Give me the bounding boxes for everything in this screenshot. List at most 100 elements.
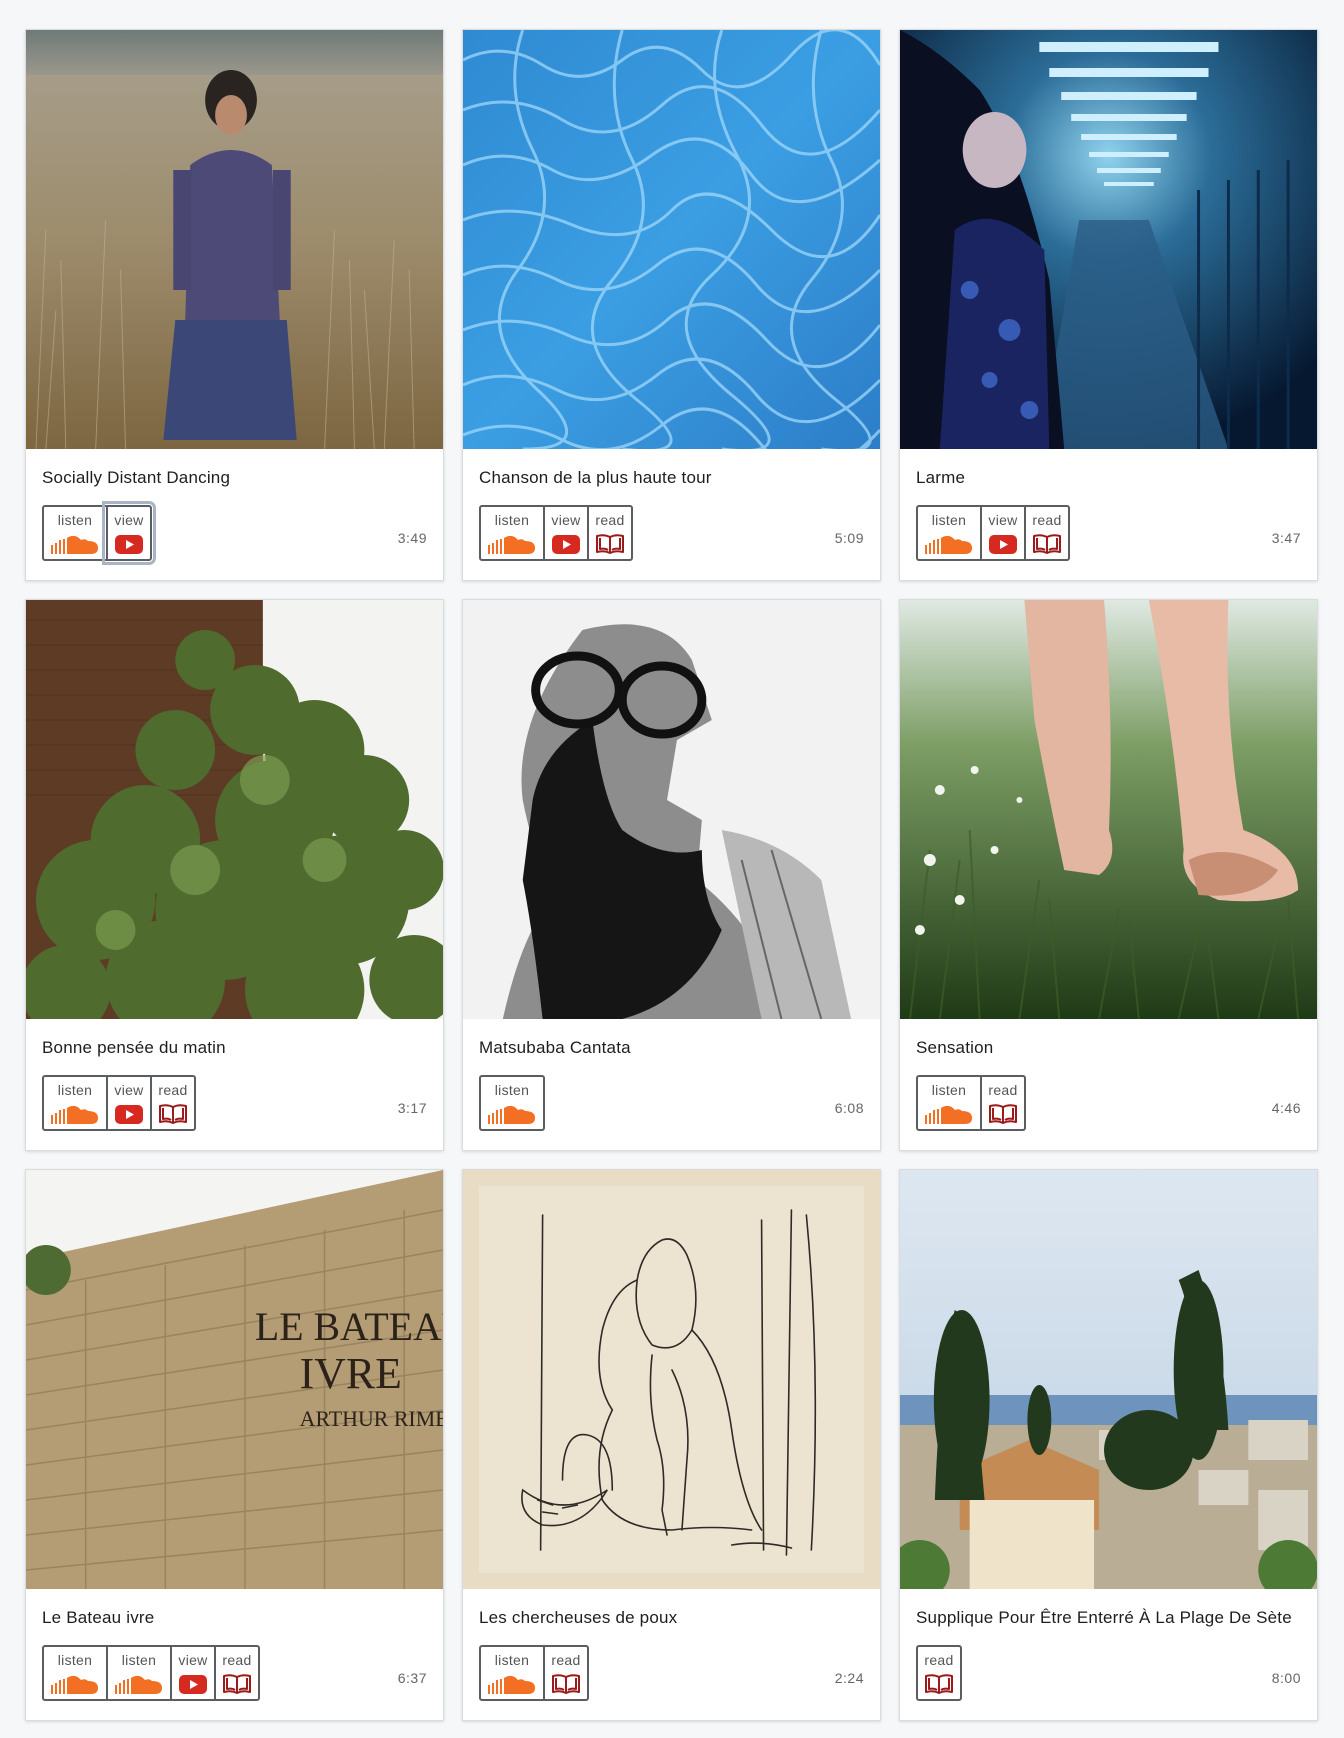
- book-icon: [552, 1674, 580, 1694]
- read-label: read: [595, 512, 625, 528]
- poem-card: Bonne pensée du matin listen view read 3…: [25, 599, 444, 1151]
- soundcloud-icon: [51, 535, 98, 554]
- image-text: ARTHUR RIMBAUD: [300, 1406, 443, 1431]
- listen-label: listen: [494, 1082, 530, 1098]
- card-image[interactable]: [26, 30, 443, 449]
- read-link[interactable]: read: [543, 1645, 589, 1701]
- youtube-icon: [552, 535, 580, 554]
- view-link[interactable]: view: [102, 501, 156, 565]
- soundcloud-icon: [925, 1105, 972, 1124]
- listen-link[interactable]: listen: [479, 1075, 545, 1131]
- card-image[interactable]: [900, 600, 1317, 1019]
- listen-link[interactable]: listen: [106, 1645, 172, 1701]
- media-links: listen view read: [42, 1075, 196, 1131]
- media-links: listen read: [479, 1645, 589, 1701]
- image-text: LE BATEAU: [255, 1304, 443, 1349]
- card-image[interactable]: [463, 1170, 880, 1589]
- poem-title: Le Bateau ivre: [42, 1608, 155, 1627]
- card-image[interactable]: [26, 600, 443, 1019]
- poem-card: Sensation listen read 4:46: [899, 599, 1318, 1151]
- soundcloud-icon: [488, 1105, 535, 1124]
- youtube-icon: [179, 1675, 207, 1694]
- listen-label: listen: [931, 512, 967, 528]
- media-links: listen read: [916, 1075, 1026, 1131]
- listen-label: listen: [494, 1652, 530, 1668]
- media-links: listen view read: [916, 505, 1070, 561]
- listen-link[interactable]: listen: [916, 1075, 982, 1131]
- duration: 3:49: [397, 530, 427, 546]
- poem-title: Chanson de la plus haute tour: [479, 468, 712, 487]
- listen-label: listen: [57, 1082, 93, 1098]
- poem-card: Socially Distant Dancing listen view 3:4…: [25, 29, 444, 581]
- view-label: view: [178, 1652, 208, 1668]
- duration: 6:08: [834, 1100, 864, 1116]
- poem-card: Les chercheuses de poux listen read 2:24: [462, 1169, 881, 1721]
- listen-label: listen: [57, 512, 93, 528]
- view-link[interactable]: view: [980, 505, 1026, 561]
- duration: 3:47: [1271, 530, 1301, 546]
- soundcloud-icon: [115, 1675, 162, 1694]
- youtube-icon: [115, 535, 143, 554]
- read-link[interactable]: read: [980, 1075, 1026, 1131]
- card-image[interactable]: [463, 600, 880, 1019]
- listen-label: listen: [931, 1082, 967, 1098]
- listen-link[interactable]: listen: [479, 505, 545, 561]
- listen-label: listen: [57, 1652, 93, 1668]
- poem-title: Les chercheuses de poux: [479, 1608, 678, 1627]
- youtube-icon: [989, 535, 1017, 554]
- book-icon: [223, 1674, 251, 1694]
- duration: 3:17: [397, 1100, 427, 1116]
- book-icon: [159, 1104, 187, 1124]
- read-label: read: [222, 1652, 252, 1668]
- read-link[interactable]: read: [587, 505, 633, 561]
- duration: 6:37: [397, 1670, 427, 1686]
- card-image[interactable]: [463, 30, 880, 449]
- book-icon: [989, 1104, 1017, 1124]
- read-label: read: [924, 1652, 954, 1668]
- book-icon: [925, 1674, 953, 1694]
- media-links: listen view read: [479, 505, 633, 561]
- poem-card: LE BATEAU IVRE ARTHUR RIMBAUD Le Bateau …: [25, 1169, 444, 1721]
- listen-link[interactable]: listen: [42, 1075, 108, 1131]
- image-text: IVRE: [300, 1350, 402, 1398]
- view-label: view: [551, 512, 581, 528]
- listen-link[interactable]: listen: [916, 505, 982, 561]
- listen-label: listen: [121, 1652, 157, 1668]
- poem-title: Bonne pensée du matin: [42, 1038, 226, 1057]
- poem-title: Supplique Pour Être Enterré À La Plage D…: [916, 1608, 1292, 1627]
- view-label: view: [114, 512, 144, 528]
- read-label: read: [1032, 512, 1062, 528]
- read-link[interactable]: read: [150, 1075, 196, 1131]
- view-link[interactable]: view: [106, 1075, 152, 1131]
- read-link[interactable]: read: [214, 1645, 260, 1701]
- duration: 2:24: [834, 1670, 864, 1686]
- media-links: listen: [479, 1075, 545, 1131]
- view-link[interactable]: view: [543, 505, 589, 561]
- listen-link[interactable]: listen: [479, 1645, 545, 1701]
- card-image[interactable]: [900, 1170, 1317, 1589]
- card-image[interactable]: LE BATEAU IVRE ARTHUR RIMBAUD: [26, 1170, 443, 1589]
- youtube-icon: [115, 1105, 143, 1124]
- listen-link[interactable]: listen: [42, 1645, 108, 1701]
- read-link[interactable]: read: [1024, 505, 1070, 561]
- book-icon: [1033, 534, 1061, 554]
- read-label: read: [988, 1082, 1018, 1098]
- card-image[interactable]: [900, 30, 1317, 449]
- soundcloud-icon: [51, 1675, 98, 1694]
- duration: 4:46: [1271, 1100, 1301, 1116]
- soundcloud-icon: [51, 1105, 98, 1124]
- media-links: read: [916, 1645, 962, 1701]
- read-link[interactable]: read: [916, 1645, 962, 1701]
- poem-title: Sensation: [916, 1038, 994, 1057]
- poem-card: Chanson de la plus haute tour listen vie…: [462, 29, 881, 581]
- read-label: read: [158, 1082, 188, 1098]
- soundcloud-icon: [488, 1675, 535, 1694]
- view-link[interactable]: view: [170, 1645, 216, 1701]
- soundcloud-icon: [488, 535, 535, 554]
- duration: 5:09: [834, 530, 864, 546]
- listen-label: listen: [494, 512, 530, 528]
- poem-card: Larme listen view read 3:47: [899, 29, 1318, 581]
- poem-title: Matsubaba Cantata: [479, 1038, 631, 1057]
- poem-title: Larme: [916, 468, 966, 487]
- listen-link[interactable]: listen: [42, 505, 108, 561]
